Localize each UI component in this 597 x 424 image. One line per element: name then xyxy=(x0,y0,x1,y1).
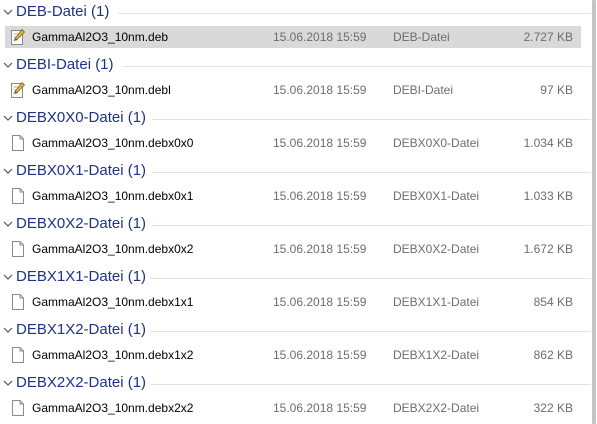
file-name: GammaAl2O3_10nm.debl xyxy=(32,83,171,97)
file-date: 15.06.2018 15:59 xyxy=(273,189,367,203)
blank-file-icon xyxy=(12,135,24,151)
group-header[interactable]: DEB-Datei (1) xyxy=(0,0,597,26)
file-row[interactable]: GammaAl2O3_10nm.debx0x2 15.06.2018 15:59… xyxy=(5,238,581,260)
file-date: 15.06.2018 15:59 xyxy=(273,83,367,97)
file-size: 1.672 KB xyxy=(523,242,573,256)
file-row[interactable]: GammaAl2O3_10nm.debx1x2 15.06.2018 15:59… xyxy=(5,344,581,366)
group-header[interactable]: DEBI-Datei (1) xyxy=(0,53,597,79)
group-header[interactable]: DEBX0X1-Datei (1) xyxy=(0,159,597,185)
file-row[interactable]: GammaAl2O3_10nm.debx1x1 15.06.2018 15:59… xyxy=(5,291,581,313)
file-size: 1.034 KB xyxy=(523,136,573,150)
editable-document-icon xyxy=(11,29,25,45)
chevron-down-icon[interactable] xyxy=(3,326,13,334)
file-type: DEBX0X1-Datei xyxy=(393,189,480,203)
chevron-down-icon[interactable] xyxy=(3,114,13,122)
file-date: 15.06.2018 15:59 xyxy=(273,348,367,362)
group-title: DEBI-Datei (1) xyxy=(16,56,114,73)
group-title: DEBX0X0-Datei (1) xyxy=(16,109,147,126)
group-divider xyxy=(152,119,591,120)
group-header[interactable]: DEBX0X0-Datei (1) xyxy=(0,106,597,132)
blank-file-icon xyxy=(12,347,24,363)
file-name: GammaAl2O3_10nm.debx0x2 xyxy=(32,242,194,256)
file-group: DEBX1X1-Datei (1) GammaAl2O3_10nm.debx1x… xyxy=(0,265,597,318)
file-type: DEBX1X1-Datei xyxy=(393,295,480,309)
file-row[interactable]: GammaAl2O3_10nm.debx2x2 15.06.2018 15:59… xyxy=(5,397,581,419)
chevron-down-icon[interactable] xyxy=(3,61,13,69)
group-header[interactable]: DEBX2X2-Datei (1) xyxy=(0,371,597,397)
blank-file-icon xyxy=(12,294,24,310)
group-divider xyxy=(152,225,591,226)
group-title: DEBX0X2-Datei (1) xyxy=(16,215,147,232)
file-date: 15.06.2018 15:59 xyxy=(273,136,367,150)
file-type: DEBX0X2-Datei xyxy=(393,242,480,256)
blank-file-icon xyxy=(12,400,24,416)
group-divider xyxy=(150,331,591,332)
file-group: DEBX1X2-Datei (1) GammaAl2O3_10nm.debx1x… xyxy=(0,318,597,371)
file-name: GammaAl2O3_10nm.debx1x1 xyxy=(32,295,194,309)
file-date: 15.06.2018 15:59 xyxy=(273,401,367,415)
group-title: DEBX2X2-Datei (1) xyxy=(16,374,147,391)
group-title: DEBX1X1-Datei (1) xyxy=(16,268,147,285)
group-divider xyxy=(150,278,591,279)
chevron-down-icon[interactable] xyxy=(3,167,13,175)
group-divider xyxy=(122,66,591,67)
group-header[interactable]: DEBX1X1-Datei (1) xyxy=(0,265,597,291)
file-list: DEB-Datei (1) GammaAl2O3_10nm.deb 15.06.… xyxy=(0,0,597,424)
file-name: GammaAl2O3_10nm.debx0x1 xyxy=(32,189,194,203)
chevron-down-icon[interactable] xyxy=(3,273,13,281)
file-size: 97 KB xyxy=(540,83,573,97)
file-group: DEBX0X1-Datei (1) GammaAl2O3_10nm.debx0x… xyxy=(0,159,597,212)
file-group: DEBX0X0-Datei (1) GammaAl2O3_10nm.debx0x… xyxy=(0,106,597,159)
file-row[interactable]: GammaAl2O3_10nm.debl 15.06.2018 15:59 DE… xyxy=(5,79,581,101)
file-type: DEB-Datei xyxy=(393,30,450,44)
file-type: DEBX2X2-Datei xyxy=(393,401,480,415)
chevron-down-icon[interactable] xyxy=(3,379,13,387)
group-title: DEBX0X1-Datei (1) xyxy=(16,162,147,179)
file-size: 862 KB xyxy=(533,348,573,362)
file-row[interactable]: GammaAl2O3_10nm.deb 15.06.2018 15:59 DEB… xyxy=(5,26,581,48)
group-title: DEBX1X2-Datei (1) xyxy=(16,321,147,338)
file-type: DEBI-Datei xyxy=(393,83,454,97)
file-type: DEBX1X2-Datei xyxy=(393,348,480,362)
editable-document-icon xyxy=(11,82,25,98)
file-date: 15.06.2018 15:59 xyxy=(273,30,367,44)
blank-file-icon xyxy=(12,241,24,257)
file-group: DEBX2X2-Datei (1) GammaAl2O3_10nm.debx2x… xyxy=(0,371,597,424)
file-size: 1.033 KB xyxy=(523,189,573,203)
group-divider xyxy=(152,172,591,173)
file-size: 2.727 KB xyxy=(523,30,573,44)
scrollbar-thumb[interactable] xyxy=(592,0,596,424)
file-group: DEBX0X2-Datei (1) GammaAl2O3_10nm.debx0x… xyxy=(0,212,597,265)
file-size: 322 KB xyxy=(533,401,573,415)
group-title: DEB-Datei (1) xyxy=(16,3,110,20)
file-date: 15.06.2018 15:59 xyxy=(273,295,367,309)
file-date: 15.06.2018 15:59 xyxy=(273,242,367,256)
chevron-down-icon[interactable] xyxy=(3,220,13,228)
group-divider xyxy=(150,384,591,385)
blank-file-icon xyxy=(12,188,24,204)
group-divider xyxy=(118,13,591,14)
file-name: GammaAl2O3_10nm.debx1x2 xyxy=(32,348,194,362)
group-header[interactable]: DEBX1X2-Datei (1) xyxy=(0,318,597,344)
group-header[interactable]: DEBX0X2-Datei (1) xyxy=(0,212,597,238)
file-type: DEBX0X0-Datei xyxy=(393,136,480,150)
file-group: DEBI-Datei (1) GammaAl2O3_10nm.debl 15.0… xyxy=(0,53,597,106)
file-size: 854 KB xyxy=(533,295,573,309)
file-name: GammaAl2O3_10nm.deb xyxy=(32,30,169,44)
chevron-down-icon[interactable] xyxy=(3,8,13,16)
file-group: DEB-Datei (1) GammaAl2O3_10nm.deb 15.06.… xyxy=(0,0,597,53)
file-name: GammaAl2O3_10nm.debx0x0 xyxy=(32,136,194,150)
file-name: GammaAl2O3_10nm.debx2x2 xyxy=(32,401,194,415)
file-row[interactable]: GammaAl2O3_10nm.debx0x0 15.06.2018 15:59… xyxy=(5,132,581,154)
file-row[interactable]: GammaAl2O3_10nm.debx0x1 15.06.2018 15:59… xyxy=(5,185,581,207)
